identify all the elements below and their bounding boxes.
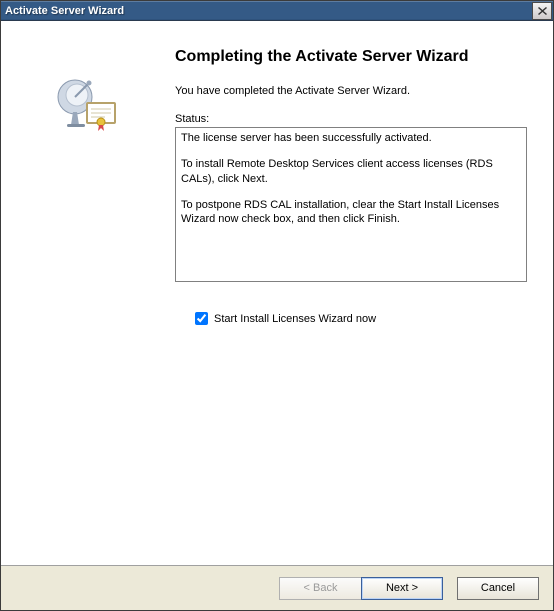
start-install-checkbox[interactable] bbox=[195, 312, 208, 325]
wizard-footer: < Back Next > Cancel bbox=[1, 565, 553, 610]
start-install-checkbox-label: Start Install Licenses Wizard now bbox=[214, 313, 376, 325]
status-line: To install Remote Desktop Services clien… bbox=[181, 157, 521, 186]
status-line: To postpone RDS CAL installation, clear … bbox=[181, 198, 521, 227]
next-button[interactable]: Next > bbox=[361, 577, 443, 600]
status-textbox: The license server has been successfully… bbox=[175, 127, 527, 282]
wizard-window: Activate Server Wizard bbox=[0, 0, 554, 611]
wizard-content: Completing the Activate Server Wizard Yo… bbox=[169, 21, 553, 565]
page-title: Completing the Activate Server Wizard bbox=[175, 47, 531, 67]
cancel-button[interactable]: Cancel bbox=[457, 577, 539, 600]
status-label: Status: bbox=[175, 113, 531, 125]
back-button: < Back bbox=[279, 577, 361, 600]
nav-button-group: < Back Next > bbox=[279, 577, 443, 600]
close-button[interactable] bbox=[532, 2, 552, 20]
start-install-checkbox-row[interactable]: Start Install Licenses Wizard now bbox=[195, 312, 531, 325]
window-title: Activate Server Wizard bbox=[5, 4, 532, 17]
status-line: The license server has been successfully… bbox=[181, 131, 521, 145]
title-bar: Activate Server Wizard bbox=[1, 1, 553, 21]
wizard-graphic-icon bbox=[53, 75, 117, 135]
wizard-sidebar bbox=[1, 21, 169, 565]
intro-text: You have completed the Activate Server W… bbox=[175, 85, 531, 97]
wizard-body: Completing the Activate Server Wizard Yo… bbox=[1, 21, 553, 565]
close-icon bbox=[538, 7, 547, 15]
